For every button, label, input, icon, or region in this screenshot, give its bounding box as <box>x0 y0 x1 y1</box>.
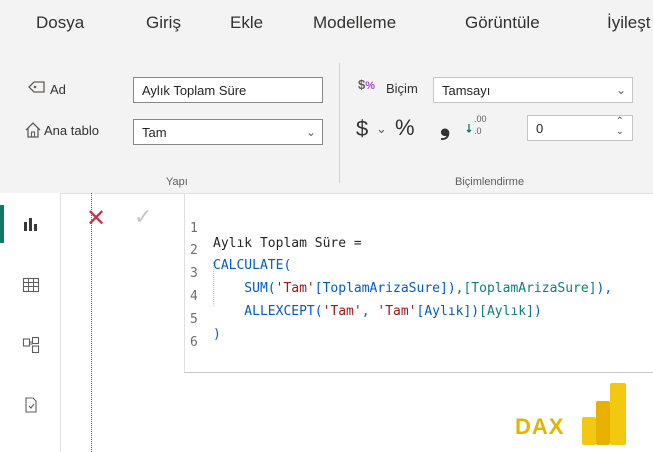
home-table-select[interactable]: Tam ⌄ <box>133 119 323 145</box>
name-value: Aylık Toplam Süre <box>142 83 247 98</box>
svg-text:.00: .00 <box>474 114 487 124</box>
active-view-indicator <box>0 205 4 243</box>
dax-query-view-icon[interactable] <box>22 396 40 414</box>
decimal-places-input[interactable]: 0 ⌃ ⌄ <box>527 115 633 141</box>
name-input[interactable]: Aylık Toplam Süre <box>133 77 323 103</box>
home-table-label: Ana tablo <box>44 123 99 138</box>
code-line: 1 Aylık Toplam Süre = <box>185 206 362 251</box>
formula-editor[interactable]: 1 Aylık Toplam Süre = 2 CALCULATE( 3 SUM… <box>184 193 653 373</box>
chevron-down-icon: ⌄ <box>615 83 626 97</box>
line-number: 6 <box>190 335 198 350</box>
tab-iyilestir[interactable]: İyileşt <box>607 13 650 33</box>
spinner-icon[interactable]: ⌃ ⌄ <box>616 117 624 137</box>
code-line: 2 CALCULATE( <box>185 228 291 273</box>
tab-giris[interactable]: Giriş <box>146 13 181 33</box>
divider <box>339 63 340 183</box>
code-line: 6 <box>185 320 216 350</box>
tab-dosya[interactable]: Dosya <box>36 13 84 33</box>
tab-goruntule[interactable]: Görüntüle <box>465 13 540 33</box>
code-line: 3 SUM('Tam'[ToplamArizaSure]),[ToplamAri… <box>185 251 612 296</box>
code-text: CALCULATE( <box>213 258 292 273</box>
structure-group-label: Yapı <box>166 176 188 188</box>
chevron-down-icon[interactable]: ⌄ <box>376 121 387 137</box>
view-rail <box>0 193 61 452</box>
format-value: Tamsayı <box>442 83 491 98</box>
dax-logo-text: DAX <box>515 414 565 439</box>
chevron-down-icon: ⌄ <box>305 125 316 139</box>
svg-text:.0: .0 <box>474 126 482 136</box>
table-view-icon[interactable] <box>22 276 40 294</box>
name-label: Ad <box>50 82 66 97</box>
currency-button[interactable]: $ <box>356 116 368 142</box>
power-bi-logo-icon <box>582 383 626 445</box>
tag-icon <box>28 81 45 93</box>
code-text: ALLEXCEPT('Tam', 'Tam'[Aylık])[Aylık]) <box>213 304 542 319</box>
model-view-icon[interactable] <box>22 336 40 354</box>
ribbon-tabs: Dosya Giriş Ekle Modelleme Görüntüle İyi… <box>0 0 653 48</box>
tab-modelleme[interactable]: Modelleme <box>313 13 396 33</box>
tab-ekle[interactable]: Ekle <box>230 13 263 33</box>
cancel-formula-button[interactable]: ✕ <box>86 204 106 233</box>
code-text: SUM('Tam'[ToplamArizaSure]),[ToplamAriza… <box>213 281 613 296</box>
code-line: 5 ) <box>185 297 221 342</box>
formatting-group-label: Biçimlendirme <box>455 176 525 188</box>
decimal-places-icon[interactable]: .00 .0 <box>466 112 488 138</box>
format-icon: $% <box>358 77 376 92</box>
percent-button[interactable]: % <box>395 115 415 141</box>
code-text: Aylık Toplam Süre = <box>213 236 362 251</box>
code-line: 4 ALLEXCEPT('Tam', 'Tam'[Aylık])[Aylık]) <box>185 274 542 319</box>
decimal-places-value: 0 <box>536 121 544 136</box>
ribbon: Ad Aylık Toplam Süre Ana tablo Tam ⌄ Yap… <box>0 48 653 194</box>
format-select[interactable]: Tamsayı ⌄ <box>433 77 633 103</box>
format-label: Biçim <box>386 81 418 96</box>
comma-style-button[interactable]: ❟ <box>440 110 450 142</box>
home-icon <box>25 122 41 138</box>
commit-formula-button[interactable]: ✓ <box>134 204 152 230</box>
home-table-value: Tam <box>142 125 167 140</box>
report-view-icon[interactable] <box>22 215 40 233</box>
